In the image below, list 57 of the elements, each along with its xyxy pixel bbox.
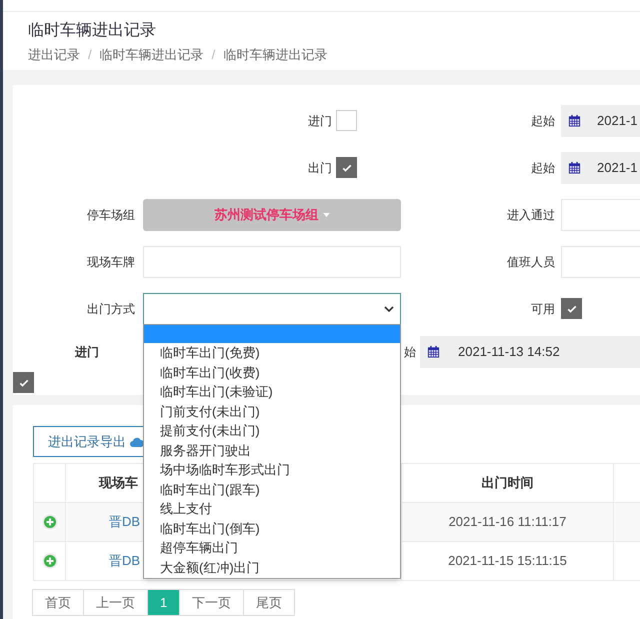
field-label: 出门方式 [87,300,135,318]
date-field[interactable]: 2021-1 [561,152,640,184]
input-field[interactable] [561,246,640,278]
breadcrumb-link[interactable]: 进出记录 [28,45,80,64]
field-label: 始 [404,344,417,361]
breadcrumb-separator: / [212,46,216,64]
plate-link[interactable]: 晋DB [109,551,140,571]
menu-option[interactable]: 门前支付(未出门) [144,402,400,421]
field-label: 起始 [531,160,555,176]
field-label: 进门 [75,345,99,359]
calendar-icon [568,114,581,128]
checkbox[interactable] [336,157,357,178]
menu-option[interactable]: 临时车出门(倒车) [144,518,400,538]
field-label: 停车场组 [87,206,135,224]
menu-option[interactable]: 临时车出门(免费) [144,343,400,362]
checkbox[interactable] [336,110,357,131]
breadcrumb-link[interactable]: 临时车辆进出记录 [223,45,328,64]
chevron-icon [384,306,394,312]
input-field[interactable] [561,198,640,230]
page-button[interactable]: 下一页 [179,589,244,616]
date-field[interactable]: 2021-11-13 14:52 [420,336,640,368]
field-label: 可用 [531,300,555,318]
page-button[interactable]: 尾页 [243,589,296,616]
breadcrumb-separator: / [88,46,92,64]
table-cell-text: 2021-11-15 15:11:15 [448,552,567,570]
plus-circle-icon[interactable] [42,553,58,569]
field-label: 出门 [308,160,332,176]
checkbox[interactable] [13,372,34,393]
menu-option[interactable]: 大金额(红冲)出门 [144,558,400,577]
menu-option[interactable]: 临时车出门(收费) [144,362,400,382]
date-field[interactable]: 2021-1 [561,104,640,136]
select-field[interactable] [143,292,401,324]
breadcrumb-link[interactable]: 临时车辆进出记录 [100,45,204,64]
field-label: 进入通过 [507,206,555,224]
checkbox[interactable] [561,298,582,319]
menu-option[interactable]: 临时车出门(跟车) [144,480,400,499]
page-title: 临时车辆进出记录 [28,20,157,41]
column-header: 出门时间 [482,474,534,492]
menu-option[interactable]: 线上支付 [144,499,400,518]
plus-circle-icon[interactable] [42,514,58,530]
field-label: 值班人员 [507,254,555,270]
cloud-icon [130,436,144,446]
calendar-icon [568,160,581,174]
page-button[interactable]: 上一页 [83,589,148,616]
calendar-icon [427,345,440,359]
menu-option[interactable]: 超停车辆出门 [144,538,400,558]
menu-option[interactable]: 场中场临时车形式出门 [144,460,400,480]
page-button[interactable]: 首页 [32,589,84,616]
menu-option[interactable]: 临时车出门(未验证) [144,382,400,402]
caret-icon [322,212,330,216]
field-label: 进门 [308,112,332,130]
column-header: 现场车 [99,474,138,492]
input-field[interactable] [143,246,401,278]
field-label: 起始 [531,112,555,130]
table-cell-text: 2021-11-16 11:11:17 [448,513,566,532]
field-label: 现场车牌 [87,254,135,270]
plate-link[interactable]: 晋DB [109,512,140,532]
